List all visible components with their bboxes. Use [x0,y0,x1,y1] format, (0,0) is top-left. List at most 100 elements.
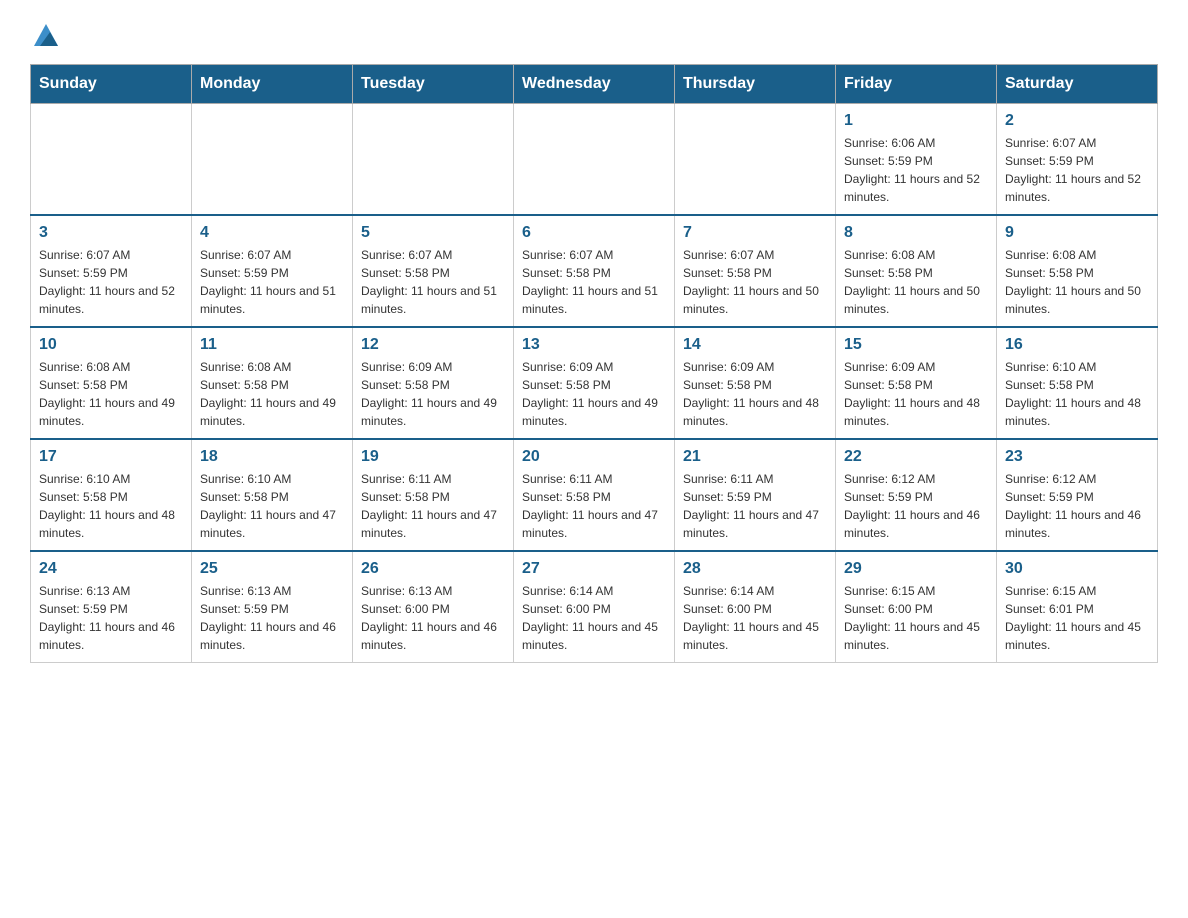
calendar-cell: 3 Sunrise: 6:07 AM Sunset: 5:59 PM Daylig… [31,215,192,327]
day-header-tuesday: Tuesday [353,65,514,104]
calendar-cell: 18 Sunrise: 6:10 AM Sunset: 5:58 PM Dayli… [192,439,353,551]
day-number: 14 [683,336,827,354]
day-number: 16 [1005,336,1149,354]
day-number: 15 [844,336,988,354]
calendar-cell: 8Sunrise: 6:08 AM Sunset: 5:58 PM Daylig… [836,215,997,327]
day-number: 2 [1005,112,1149,130]
day-info: Sunrise: 6:10 AM Sunset: 5:58 PM Dayligh… [200,470,344,542]
day-info: Sunrise: 6:09 AM Sunset: 5:58 PM Dayligh… [683,358,827,430]
calendar-cell: 17 Sunrise: 6:10 AM Sunset: 5:58 PM Dayli… [31,439,192,551]
day-info: Sunrise: 6:08 AM Sunset: 5:58 PM Dayligh… [1005,246,1149,318]
day-header-monday: Monday [192,65,353,104]
day-info: Sunrise: 6:12 AM Sunset: 5:59 PM Dayligh… [844,470,988,542]
logo-icon [32,20,60,48]
day-info: Sunrise: 6:14 AM Sunset: 6:00 PM Dayligh… [522,582,666,654]
calendar-cell [192,104,353,216]
day-number: 17 [39,448,183,466]
calendar-week-row: 10 Sunrise: 6:08 AM Sunset: 5:58 PM Dayli… [31,327,1158,439]
day-number: 3 [39,224,183,242]
day-number: 6 [522,224,666,242]
calendar-cell: 19 Sunrise: 6:11 AM Sunset: 5:58 PM Dayli… [353,439,514,551]
day-number: 1 [844,112,988,130]
day-info: Sunrise: 6:13 AM Sunset: 5:59 PM Dayligh… [200,582,344,654]
day-number: 12 [361,336,505,354]
day-number: 24 [39,560,183,578]
day-info: Sunrise: 6:09 AM Sunset: 5:58 PM Dayligh… [361,358,505,430]
calendar-cell: 9 Sunrise: 6:08 AM Sunset: 5:58 PM Daylig… [997,215,1158,327]
calendar-cell [514,104,675,216]
calendar-cell: 15 Sunrise: 6:09 AM Sunset: 5:58 PM Dayli… [836,327,997,439]
calendar-cell: 22Sunrise: 6:12 AM Sunset: 5:59 PM Dayli… [836,439,997,551]
calendar-cell: 10 Sunrise: 6:08 AM Sunset: 5:58 PM Dayli… [31,327,192,439]
day-number: 8 [844,224,988,242]
day-info: Sunrise: 6:09 AM Sunset: 5:58 PM Dayligh… [844,358,988,430]
page-header [30,20,1158,44]
calendar-cell: 27Sunrise: 6:14 AM Sunset: 6:00 PM Dayli… [514,551,675,663]
day-number: 21 [683,448,827,466]
day-info: Sunrise: 6:11 AM Sunset: 5:58 PM Dayligh… [522,470,666,542]
day-info: Sunrise: 6:11 AM Sunset: 5:58 PM Dayligh… [361,470,505,542]
day-header-sunday: Sunday [31,65,192,104]
calendar-cell: 4 Sunrise: 6:07 AM Sunset: 5:59 PM Daylig… [192,215,353,327]
day-number: 20 [522,448,666,466]
day-number: 28 [683,560,827,578]
day-number: 29 [844,560,988,578]
day-header-friday: Friday [836,65,997,104]
day-info: Sunrise: 6:10 AM Sunset: 5:58 PM Dayligh… [39,470,183,542]
day-info: Sunrise: 6:06 AM Sunset: 5:59 PM Dayligh… [844,134,988,206]
calendar-cell: 30 Sunrise: 6:15 AM Sunset: 6:01 PM Dayli… [997,551,1158,663]
day-number: 23 [1005,448,1149,466]
day-header-wednesday: Wednesday [514,65,675,104]
day-number: 19 [361,448,505,466]
calendar-cell: 23 Sunrise: 6:12 AM Sunset: 5:59 PM Dayli… [997,439,1158,551]
day-info: Sunrise: 6:07 AM Sunset: 5:58 PM Dayligh… [361,246,505,318]
day-info: Sunrise: 6:10 AM Sunset: 5:58 PM Dayligh… [1005,358,1149,430]
day-info: Sunrise: 6:07 AM Sunset: 5:58 PM Dayligh… [522,246,666,318]
day-info: Sunrise: 6:08 AM Sunset: 5:58 PM Dayligh… [39,358,183,430]
calendar-cell: 6 Sunrise: 6:07 AM Sunset: 5:58 PM Daylig… [514,215,675,327]
calendar-cell [675,104,836,216]
calendar-cell: 29 Sunrise: 6:15 AM Sunset: 6:00 PM Dayli… [836,551,997,663]
day-number: 10 [39,336,183,354]
calendar-cell: 20 Sunrise: 6:11 AM Sunset: 5:58 PM Dayli… [514,439,675,551]
day-number: 18 [200,448,344,466]
calendar-cell: 14 Sunrise: 6:09 AM Sunset: 5:58 PM Dayli… [675,327,836,439]
day-number: 25 [200,560,344,578]
day-number: 7 [683,224,827,242]
day-info: Sunrise: 6:15 AM Sunset: 6:01 PM Dayligh… [1005,582,1149,654]
day-number: 13 [522,336,666,354]
calendar-cell: 11Sunrise: 6:08 AM Sunset: 5:58 PM Dayli… [192,327,353,439]
day-number: 9 [1005,224,1149,242]
calendar-cell: 1 Sunrise: 6:06 AM Sunset: 5:59 PM Daylig… [836,104,997,216]
calendar-week-row: 24 Sunrise: 6:13 AM Sunset: 5:59 PM Dayli… [31,551,1158,663]
day-number: 4 [200,224,344,242]
calendar-table: SundayMondayTuesdayWednesdayThursdayFrid… [30,64,1158,663]
day-header-thursday: Thursday [675,65,836,104]
calendar-cell: 16 Sunrise: 6:10 AM Sunset: 5:58 PM Dayli… [997,327,1158,439]
calendar-cell: 21 Sunrise: 6:11 AM Sunset: 5:59 PM Dayli… [675,439,836,551]
calendar-cell: 25 Sunrise: 6:13 AM Sunset: 5:59 PM Dayli… [192,551,353,663]
day-info: Sunrise: 6:07 AM Sunset: 5:59 PM Dayligh… [200,246,344,318]
day-number: 30 [1005,560,1149,578]
calendar-cell: 24 Sunrise: 6:13 AM Sunset: 5:59 PM Dayli… [31,551,192,663]
calendar-cell: 28 Sunrise: 6:14 AM Sunset: 6:00 PM Dayli… [675,551,836,663]
calendar-cell: 12 Sunrise: 6:09 AM Sunset: 5:58 PM Dayli… [353,327,514,439]
day-info: Sunrise: 6:13 AM Sunset: 6:00 PM Dayligh… [361,582,505,654]
calendar-cell [353,104,514,216]
day-info: Sunrise: 6:09 AM Sunset: 5:58 PM Dayligh… [522,358,666,430]
day-info: Sunrise: 6:13 AM Sunset: 5:59 PM Dayligh… [39,582,183,654]
day-info: Sunrise: 6:14 AM Sunset: 6:00 PM Dayligh… [683,582,827,654]
calendar-cell: 7 Sunrise: 6:07 AM Sunset: 5:58 PM Daylig… [675,215,836,327]
calendar-week-row: 3 Sunrise: 6:07 AM Sunset: 5:59 PM Daylig… [31,215,1158,327]
calendar-week-row: 17 Sunrise: 6:10 AM Sunset: 5:58 PM Dayli… [31,439,1158,551]
day-info: Sunrise: 6:07 AM Sunset: 5:59 PM Dayligh… [39,246,183,318]
day-number: 26 [361,560,505,578]
day-number: 5 [361,224,505,242]
day-info: Sunrise: 6:15 AM Sunset: 6:00 PM Dayligh… [844,582,988,654]
calendar-cell: 26 Sunrise: 6:13 AM Sunset: 6:00 PM Dayli… [353,551,514,663]
day-info: Sunrise: 6:11 AM Sunset: 5:59 PM Dayligh… [683,470,827,542]
calendar-cell [31,104,192,216]
day-info: Sunrise: 6:07 AM Sunset: 5:58 PM Dayligh… [683,246,827,318]
day-info: Sunrise: 6:08 AM Sunset: 5:58 PM Dayligh… [200,358,344,430]
day-info: Sunrise: 6:12 AM Sunset: 5:59 PM Dayligh… [1005,470,1149,542]
